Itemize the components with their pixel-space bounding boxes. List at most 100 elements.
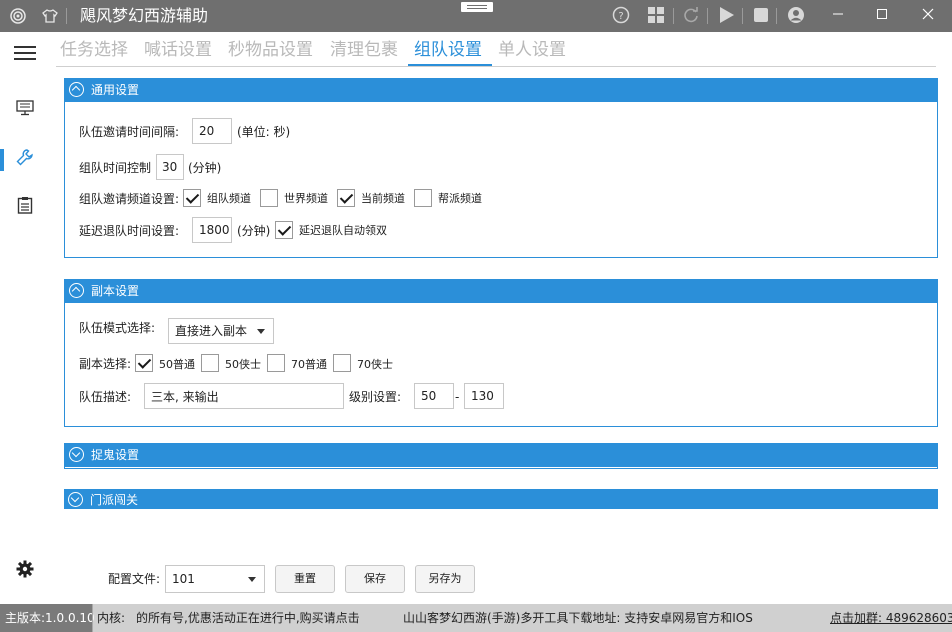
section-title: 副本设置 <box>91 284 140 298</box>
dungeon-50-normal-label: 50普通 <box>159 358 195 371</box>
toolbar-separator <box>776 8 777 24</box>
config-file-label: 配置文件: <box>108 572 161 586</box>
channel-world-checkbox[interactable] <box>260 189 278 207</box>
collapse-chevron-icon[interactable] <box>69 82 84 97</box>
team-mode-value: 直接进入副本 <box>175 324 248 338</box>
toolbar-separator <box>673 8 674 24</box>
general-settings-panel: 通用设置 队伍邀请时间间隔: (单位: 秒) 组队时间控制 (分钟) 组队邀请频… <box>64 78 938 258</box>
hamburger-menu-icon[interactable] <box>14 44 36 66</box>
channel-guild-label: 帮派频道 <box>438 192 482 205</box>
dungeon-select-label: 副本选择: <box>79 357 132 371</box>
ghost-settings-header[interactable]: 捉鬼设置 <box>65 444 937 467</box>
stop-icon[interactable] <box>751 6 771 26</box>
toolbar-separator <box>707 8 708 24</box>
save-as-button[interactable]: 另存为 <box>415 565 475 593</box>
config-file-value: 101 <box>172 572 195 586</box>
tab-snipe-items[interactable]: 秒物品设置 <box>228 38 313 62</box>
team-time-input[interactable] <box>156 154 184 180</box>
promo-marquee[interactable]: 的所有号,优惠活动正在进行中,购买请点击 <box>136 610 398 626</box>
chevron-down-icon <box>248 577 256 582</box>
team-desc-label: 队伍描述: <box>79 390 132 404</box>
collapse-chevron-icon[interactable] <box>69 283 84 298</box>
tab-task-select[interactable]: 任务选择 <box>60 38 128 62</box>
left-rail <box>0 32 48 604</box>
section-title: 通用设置 <box>91 83 140 97</box>
channel-guild-checkbox[interactable] <box>414 189 432 207</box>
version-text: 主版本:1.0.0.10 <box>5 611 95 625</box>
clipboard-icon[interactable] <box>14 196 36 218</box>
toolbar-separator <box>742 8 743 24</box>
gear-icon[interactable] <box>14 560 36 582</box>
beta-label: 内核: <box>97 611 126 625</box>
app-title: 飓风梦幻西游辅助 <box>80 6 209 25</box>
delay-leave-unit: (分钟) <box>237 224 271 238</box>
auto-double-checkbox[interactable] <box>275 221 293 239</box>
delay-leave-input[interactable] <box>192 217 232 243</box>
tab-bar: 任务选择 喊话设置 秒物品设置 清理包裹 组队设置 单人设置 <box>56 34 936 67</box>
team-time-label: 组队时间控制 <box>79 161 152 175</box>
play-icon[interactable] <box>716 6 736 26</box>
tab-solo-settings[interactable]: 单人设置 <box>498 38 566 62</box>
user-icon[interactable] <box>786 6 806 26</box>
invite-interval-input[interactable] <box>192 118 232 144</box>
active-indicator <box>0 149 4 171</box>
section-title: 门派闯关 <box>90 493 139 507</box>
channel-team-checkbox[interactable] <box>183 189 201 207</box>
level-max-input[interactable] <box>464 383 504 409</box>
general-settings-header[interactable]: 通用设置 <box>65 79 937 102</box>
channel-world-label: 世界频道 <box>284 192 328 205</box>
dungeon-50-hero-label: 50侠士 <box>225 358 261 371</box>
wrench-icon[interactable] <box>14 148 36 170</box>
monitor-icon[interactable] <box>14 100 36 122</box>
maximize-button[interactable] <box>860 0 904 32</box>
sect-settings-header[interactable]: 门派闯关 <box>64 489 938 509</box>
level-min-input[interactable] <box>414 383 454 409</box>
status-bar: 主版本:1.0.0.10 内核: 的所有号,优惠活动正在进行中,购买请点击 山山… <box>0 604 952 632</box>
dungeon-50-hero-checkbox[interactable] <box>201 354 219 372</box>
tab-team-settings[interactable]: 组队设置 <box>414 38 482 62</box>
expand-chevron-icon[interactable] <box>69 447 84 462</box>
chevron-down-icon <box>257 329 265 334</box>
help-icon[interactable]: ? <box>611 6 631 26</box>
dungeon-settings-header[interactable]: 副本设置 <box>65 280 937 303</box>
channel-current-label: 当前频道 <box>361 192 405 205</box>
dungeon-70-hero-checkbox[interactable] <box>333 354 351 372</box>
level-setting-label: 级别设置: <box>349 390 402 404</box>
invite-interval-unit: (单位: 秒) <box>237 125 291 139</box>
minimize-button[interactable] <box>816 0 860 32</box>
ghost-settings-panel: 捉鬼设置 <box>64 443 938 469</box>
status-separator <box>92 604 93 632</box>
swirl-logo-icon <box>10 8 26 24</box>
delay-leave-label: 延迟退队时间设置: <box>79 224 180 238</box>
title-separator <box>66 8 67 24</box>
dungeon-50-normal-checkbox[interactable] <box>135 354 153 372</box>
join-group-link[interactable]: 点击加群: 489628603 <box>830 610 952 626</box>
invite-interval-label: 队伍邀请时间间隔: <box>79 125 180 139</box>
grid-icon[interactable] <box>646 6 666 26</box>
config-file-select[interactable]: 101 <box>165 565 265 593</box>
channel-current-checkbox[interactable] <box>337 189 355 207</box>
team-desc-input[interactable] <box>144 383 344 409</box>
team-time-unit: (分钟) <box>188 161 222 175</box>
dungeon-70-hero-label: 70侠士 <box>357 358 393 371</box>
title-bar: 飓风梦幻西游辅助 ? <box>0 0 952 32</box>
tshirt-icon[interactable] <box>42 8 58 24</box>
tab-active-underline <box>408 64 492 66</box>
dungeon-70-normal-checkbox[interactable] <box>267 354 285 372</box>
refresh-icon[interactable] <box>681 6 701 26</box>
close-button[interactable] <box>906 0 950 32</box>
tab-shout-settings[interactable]: 喊话设置 <box>144 38 212 62</box>
reset-button[interactable]: 重置 <box>275 565 335 593</box>
invite-channel-label: 组队邀请频道设置: <box>79 192 180 206</box>
dungeon-settings-panel: 副本设置 队伍模式选择: 直接进入副本 副本选择: 50普通 50侠士 70普通… <box>64 279 938 427</box>
sect-settings-clip: 门派闯关 <box>64 489 938 509</box>
channel-team-label: 组队频道 <box>207 192 251 205</box>
download-info[interactable]: 山山客梦幻西游(手游)多开工具下载地址: 支持安卓网易官方和IOS <box>403 610 758 626</box>
tab-clean-bag[interactable]: 清理包裹 <box>330 38 398 62</box>
auto-double-label: 延迟退队自动领双 <box>299 224 387 237</box>
team-mode-select[interactable]: 直接进入副本 <box>168 318 274 344</box>
save-button[interactable]: 保存 <box>345 565 405 593</box>
dungeon-70-normal-label: 70普通 <box>291 358 327 371</box>
expand-chevron-icon[interactable] <box>68 492 83 507</box>
drag-handle[interactable] <box>461 2 493 12</box>
